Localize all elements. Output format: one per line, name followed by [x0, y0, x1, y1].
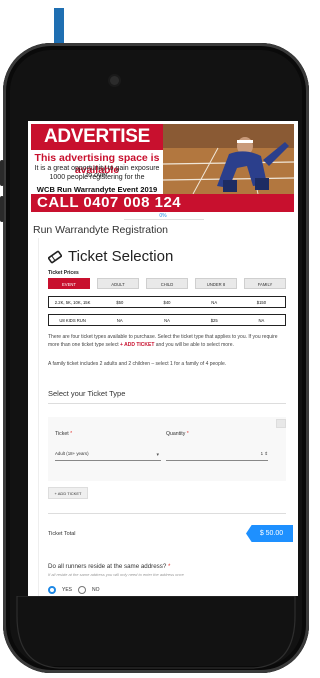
ticket-field-label: Ticket * — [55, 431, 72, 437]
ad-line-2: 1000 people registering for the — [49, 174, 145, 181]
section-title-text: Ticket Selection — [68, 248, 174, 265]
ticket-label-text: Ticket — [55, 431, 69, 437]
info-paragraph: There are four ticket types available to… — [48, 334, 288, 349]
price-cell: NA — [258, 318, 265, 323]
radio-yes-label: YES — [62, 587, 73, 593]
price-tab-child[interactable]: CHILD — [146, 278, 188, 289]
price-cell: NA — [211, 300, 218, 305]
ad-call-bar[interactable]: CALL 0407 008 124 — [31, 194, 294, 212]
camera-icon — [110, 76, 119, 85]
ticket-total-value: $ 50.00 — [246, 525, 293, 542]
phone-volume-button — [0, 196, 4, 222]
quantity-input[interactable]: 1 ⇕ — [166, 451, 268, 461]
form-title: Run Warrandyte Registration — [33, 224, 169, 236]
radio-no-label: NO — [92, 587, 100, 593]
add-ticket-button[interactable]: + ADD TICKET — [48, 487, 88, 499]
phone-bottom-bezel — [16, 596, 296, 669]
ad-event: WCB Run Warrandyte Event 2019 — [36, 185, 158, 194]
radio-no[interactable] — [78, 586, 87, 594]
info-text: and you will be able to select more. — [154, 341, 234, 348]
ticket-row-panel — [48, 417, 286, 481]
price-cell: $25 — [210, 318, 218, 323]
chevron-down-icon: ▾ — [156, 452, 159, 458]
progress-bar — [124, 219, 204, 220]
price-cell: $150 — [256, 300, 267, 305]
remove-ticket-button[interactable] — [276, 419, 286, 428]
required-mark: * — [70, 431, 73, 437]
price-cell: NA — [116, 318, 123, 323]
question-text: Do all runners reside at the same addres… — [48, 563, 167, 570]
divider — [48, 403, 286, 404]
price-tab-adult[interactable]: ADULT — [97, 278, 139, 289]
divider — [48, 513, 286, 514]
family-info-paragraph: A family ticket includes 2 adults and 2 … — [48, 361, 227, 367]
quantity-value: 1 — [260, 451, 264, 456]
price-cell: $40 — [163, 300, 171, 305]
required-mark: * — [186, 431, 189, 437]
section-title: Ticket Selection — [47, 248, 174, 265]
price-cell: $50 — [116, 300, 124, 305]
price-cell: NA — [164, 318, 170, 323]
required-mark: * — [168, 563, 171, 570]
price-cell: 2.2K, 5K, 10K, 15K — [54, 300, 91, 305]
ad-runner-photo — [163, 124, 294, 194]
same-address-question: Do all runners reside at the same addres… — [48, 563, 170, 570]
ticket-select-value: Adult (18+ years) — [55, 451, 89, 456]
price-tab-family[interactable]: FAMILY — [244, 278, 286, 289]
phone-volume-button — [0, 160, 4, 186]
quantity-label-text: Quantity — [166, 431, 186, 437]
ticket-total-label: Ticket Total — [48, 531, 76, 537]
stepper-icon: ⇕ — [264, 451, 268, 456]
price-tabs: EVENT ADULT CHILD UNDER 8 FAMILY — [48, 278, 286, 291]
add-ticket-inline-text: + ADD TICKET — [119, 341, 155, 348]
phone-screen: ADVERTISE HERE This advertising space is… — [28, 121, 298, 596]
price-row: 2.2K, 5K, 10K, 15K $50 $40 NA $150 — [48, 296, 286, 308]
quantity-field-label: Quantity * — [166, 431, 189, 437]
select-ticket-type-label: Select your Ticket Type — [48, 389, 126, 398]
same-address-radios: YES NO — [48, 586, 100, 594]
price-cell: U8 KIDS RUN — [59, 318, 86, 323]
price-tab-event[interactable]: EVENT — [48, 278, 90, 289]
radio-yes[interactable] — [48, 586, 56, 594]
ticket-select[interactable]: Adult (18+ years) ▾ — [55, 451, 161, 461]
price-row: U8 KIDS RUN NA NA $25 NA — [48, 314, 286, 326]
ad-title: ADVERTISE HERE — [31, 124, 163, 173]
ticket-prices-label: Ticket Prices — [48, 270, 79, 276]
ad-banner[interactable]: ADVERTISE HERE This advertising space is… — [31, 124, 294, 212]
price-tab-under8[interactable]: UNDER 8 — [195, 278, 237, 289]
same-address-hint: If all reside at the same address you wi… — [48, 572, 184, 577]
ticket-icon — [47, 250, 63, 264]
